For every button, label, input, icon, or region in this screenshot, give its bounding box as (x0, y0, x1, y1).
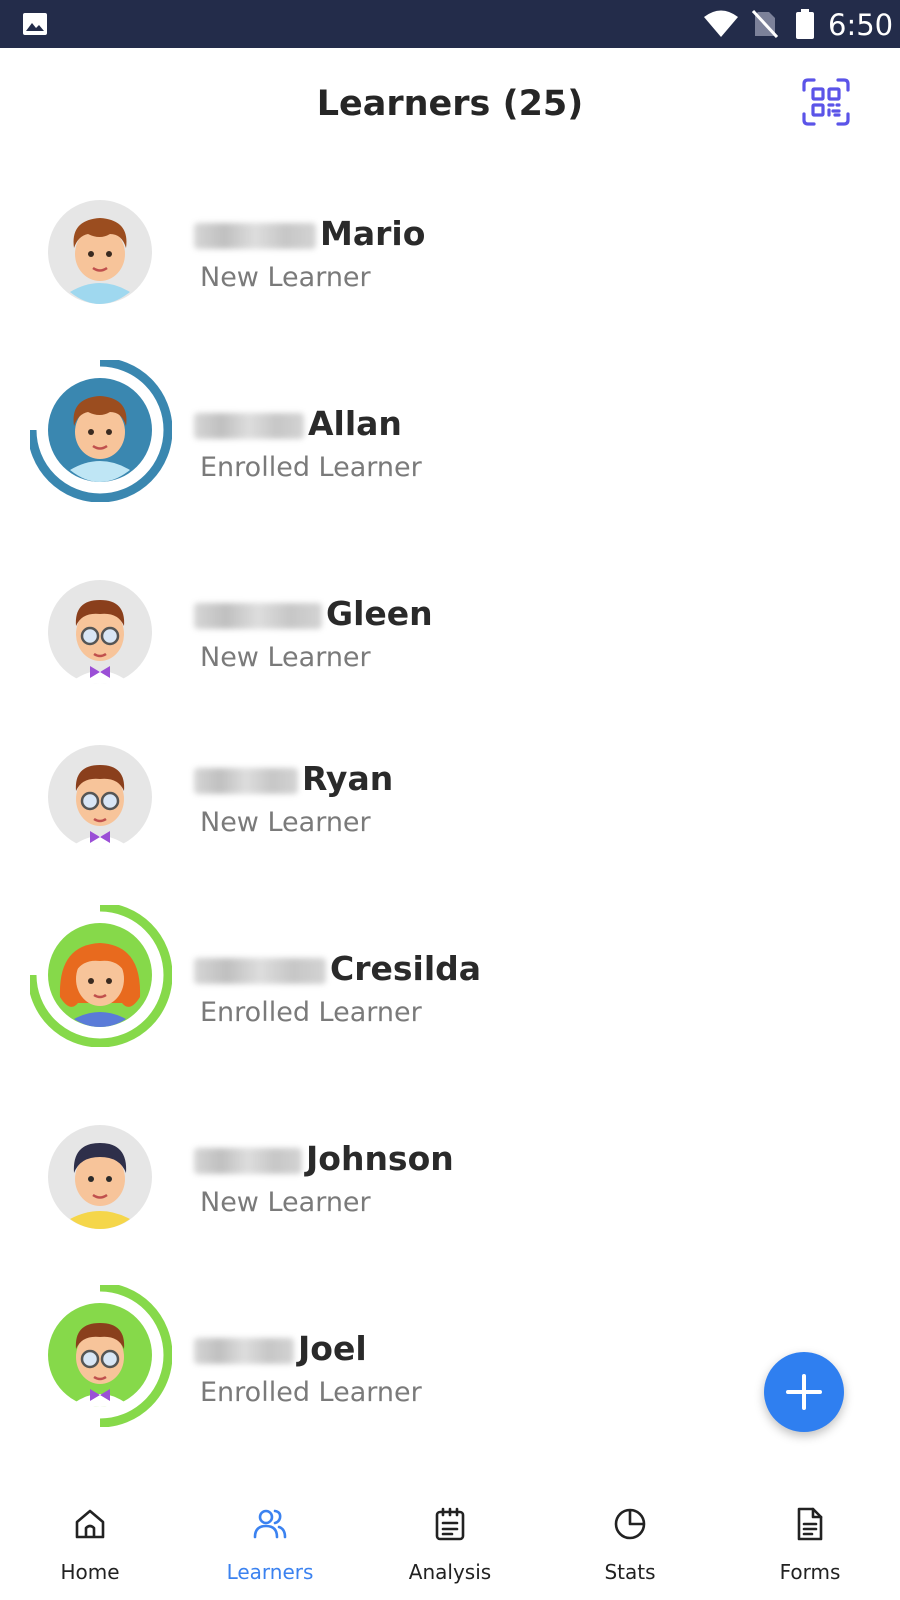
nav-home[interactable]: Home (0, 1478, 180, 1600)
learner-role: Enrolled Learner (200, 997, 422, 1028)
clipboard-icon (435, 1507, 465, 1541)
page-title: Learners (25) (316, 84, 584, 124)
learner-role: Enrolled Learner (200, 452, 422, 483)
pie-chart-icon (614, 1508, 646, 1540)
learner-row[interactable]: Ryan New Learner (0, 719, 900, 879)
nav-analysis-label: Analysis (408, 1560, 492, 1584)
learner-row[interactable]: Joel Enrolled Learner (0, 1285, 900, 1449)
status-time: 6:50 (828, 8, 894, 42)
learner-row[interactable]: Cresilda Enrolled Learner (0, 905, 900, 1069)
document-icon (797, 1507, 823, 1541)
learner-role: New Learner (200, 807, 371, 838)
nav-analysis[interactable]: Analysis (360, 1478, 540, 1600)
avatar (30, 727, 172, 869)
avatar (30, 1285, 172, 1427)
learner-role: Enrolled Learner (200, 1377, 422, 1408)
no-sim-icon (752, 10, 778, 38)
home-icon (75, 1509, 105, 1539)
avatar (30, 1107, 172, 1249)
nav-home-label: Home (60, 1560, 120, 1584)
nav-forms-label: Forms (779, 1560, 841, 1584)
learner-role: New Learner (200, 262, 371, 293)
qr-scan-button[interactable] (802, 78, 850, 126)
learner-name: Cresilda (194, 949, 481, 988)
learner-name: Gleen (194, 594, 433, 633)
learner-row[interactable]: Allan Enrolled Learner (0, 360, 900, 524)
add-learner-button[interactable] (764, 1352, 844, 1432)
users-icon (253, 1509, 287, 1539)
nav-learners-label: Learners (226, 1560, 314, 1584)
learner-name: Johnson (194, 1139, 454, 1178)
battery-icon (796, 9, 814, 39)
avatar (30, 360, 172, 502)
app-header: Learners (25) (0, 48, 900, 164)
learner-name: Mario (194, 214, 425, 253)
learner-row[interactable]: Johnson New Learner (0, 1099, 900, 1259)
gallery-icon (23, 13, 47, 35)
avatar (30, 182, 172, 324)
status-bar: 6:50 (0, 0, 900, 48)
bottom-nav: Home Learners Analysis Stats Forms (0, 1478, 900, 1600)
learner-row[interactable]: Gleen New Learner (0, 554, 900, 714)
nav-stats-label: Stats (604, 1560, 656, 1584)
nav-stats[interactable]: Stats (540, 1478, 720, 1600)
qr-scan-icon (802, 78, 850, 126)
learner-name: Ryan (194, 759, 393, 798)
learner-row[interactable]: Mario New Learner (0, 174, 900, 334)
nav-forms[interactable]: Forms (720, 1478, 900, 1600)
learner-role: New Learner (200, 642, 371, 673)
nav-learners[interactable]: Learners (180, 1478, 360, 1600)
wifi-icon (704, 10, 738, 37)
learner-name: Allan (194, 404, 402, 443)
avatar (30, 562, 172, 704)
avatar (30, 905, 172, 1047)
learner-role: New Learner (200, 1187, 371, 1218)
learner-name: Joel (194, 1329, 367, 1368)
plus-icon (786, 1374, 822, 1410)
